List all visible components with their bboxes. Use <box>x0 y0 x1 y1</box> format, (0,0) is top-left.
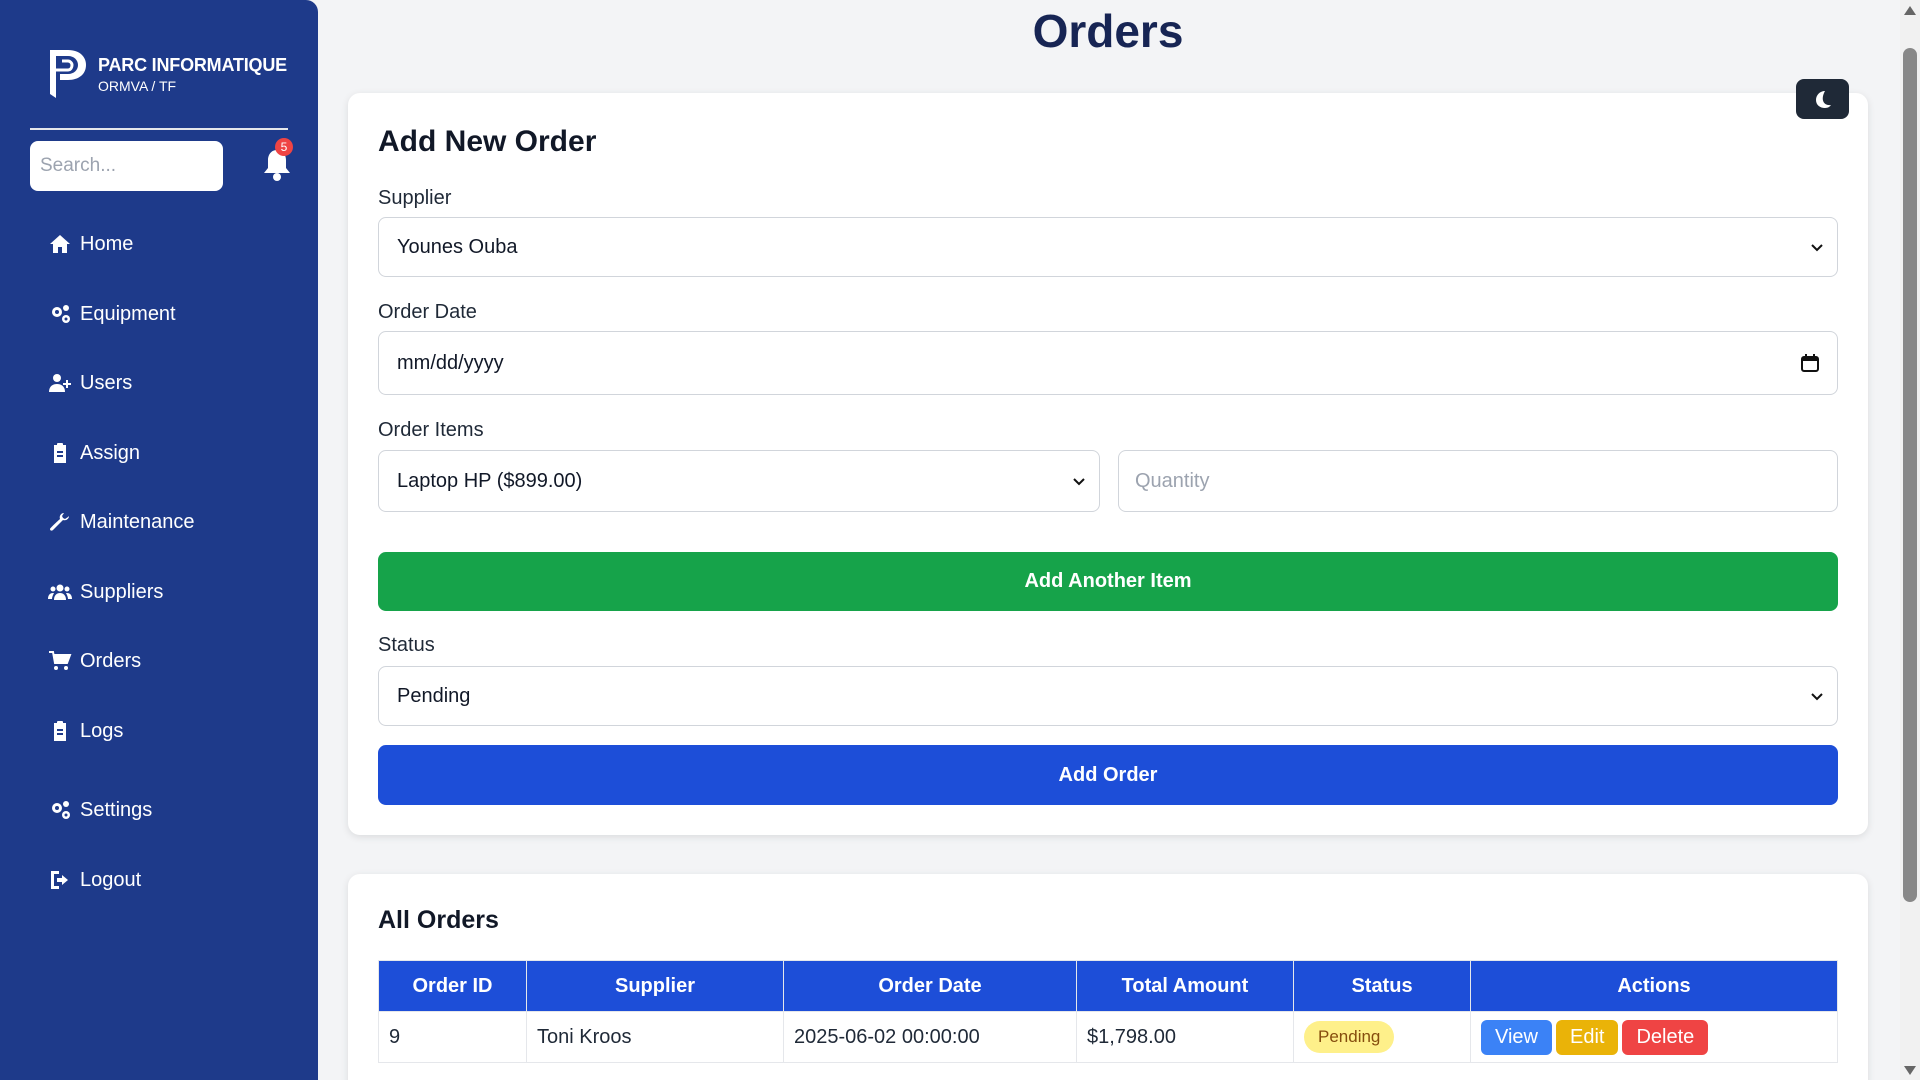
wrench-icon <box>50 513 69 531</box>
status-value: Pending <box>397 684 471 707</box>
sidebar-item-equipment[interactable]: Equipment <box>48 302 176 326</box>
sidebar-divider <box>30 128 288 130</box>
supplier-select[interactable]: Younes Ouba <box>378 217 1838 277</box>
home-icon <box>50 235 70 253</box>
clipboard-icon <box>54 443 66 463</box>
sidebar: PARC INFORMATIQUE ORMVA / TF 5 Home Equi… <box>0 0 318 1080</box>
brand-subtitle: ORMVA / TF <box>98 77 177 94</box>
orders-table: Order ID Supplier Order Date Total Amoun… <box>378 960 1838 1063</box>
column-header: Status <box>1293 960 1471 1012</box>
orders-title: All Orders <box>378 906 499 934</box>
add-order-button[interactable]: Add Order <box>378 745 1838 805</box>
search-input[interactable] <box>30 141 223 191</box>
sidebar-item-label: Assign <box>80 441 141 464</box>
brand-logo[interactable]: PARC INFORMATIQUE ORMVA / TF <box>46 46 287 102</box>
order-id-cell: 9 <box>378 1011 527 1063</box>
sidebar-item-logs[interactable]: Logs <box>48 719 123 743</box>
form-title: Add New Order <box>378 125 597 158</box>
add-another-item-label: Add Another Item <box>1024 570 1192 592</box>
sidebar-item-label: Suppliers <box>80 580 164 603</box>
order-date-label: Order Date <box>378 301 477 323</box>
sidebar-item-label: Home <box>80 232 134 255</box>
table-row: 9 Toni Kroos 2025-06-02 00:00:00 $1,798.… <box>378 1011 1838 1063</box>
sidebar-item-label: Equipment <box>80 302 176 325</box>
sidebar-item-label: Orders <box>80 649 142 672</box>
parc-logo-icon <box>50 50 86 98</box>
user-plus-icon <box>49 374 71 392</box>
cart-icon <box>49 651 72 670</box>
order-items-label: Order Items <box>378 419 484 441</box>
column-header: Supplier <box>526 960 784 1012</box>
page-title: Orders <box>1032 5 1184 57</box>
delete-button[interactable]: Delete <box>1622 1019 1709 1055</box>
sidebar-item-maintenance[interactable]: Maintenance <box>48 510 195 534</box>
column-header: Total Amount <box>1076 960 1294 1012</box>
sidebar-item-users[interactable]: Users <box>48 371 132 395</box>
sidebar-item-assign[interactable]: Assign <box>48 441 140 465</box>
sidebar-item-label: Logout <box>80 868 142 891</box>
moon-icon <box>1815 91 1831 108</box>
chevron-down-icon <box>1073 478 1085 486</box>
add-order-label: Add Order <box>1058 763 1158 786</box>
scrollbar-thumb[interactable] <box>1903 48 1917 902</box>
order-date-cell: 2025-06-02 00:00:00 <box>783 1011 1077 1063</box>
gears-icon <box>52 801 70 819</box>
add-order-card: Add New Order Supplier Younes Ouba Order… <box>348 93 1868 835</box>
sidebar-item-suppliers[interactable]: Suppliers <box>48 580 163 604</box>
order-date-value: mm/dd/yyyy <box>397 351 504 374</box>
column-header: Order ID <box>378 960 527 1012</box>
actions-cell: View Edit Delete <box>1470 1011 1838 1063</box>
sidebar-item-home[interactable]: Home <box>48 232 133 256</box>
view-button[interactable]: View <box>1481 1019 1552 1055</box>
supplier-value: Younes Ouba <box>397 235 518 258</box>
calendar-icon[interactable] <box>1801 354 1819 372</box>
order-date-input[interactable]: mm/dd/yyyy <box>378 331 1838 395</box>
quantity-placeholder: Quantity <box>1135 469 1210 492</box>
table-header-row: Order ID Supplier Order Date Total Amoun… <box>378 960 1838 1012</box>
quantity-input[interactable]: Quantity <box>1118 450 1838 512</box>
all-orders-card: All Orders Order ID Supplier Order Date … <box>348 874 1868 1080</box>
sidebar-item-label: Settings <box>80 798 153 821</box>
clipboard-icon <box>54 721 66 741</box>
brand-title: PARC INFORMATIQUE <box>98 54 287 75</box>
sidebar-item-orders[interactable]: Orders <box>48 649 141 673</box>
sidebar-item-label: Logs <box>80 719 124 742</box>
supplier-label: Supplier <box>378 187 452 209</box>
status-label: Status <box>378 634 435 656</box>
notification-badge: 5 <box>275 138 293 156</box>
sidebar-item-settings[interactable]: Settings <box>48 798 152 822</box>
status-select[interactable]: Pending <box>378 666 1838 726</box>
chevron-down-icon <box>1811 693 1823 701</box>
gears-icon <box>52 305 70 323</box>
order-item-value: Laptop HP ($899.00) <box>397 469 583 492</box>
dark-mode-toggle[interactable] <box>1796 79 1849 119</box>
chevron-down-icon <box>1811 244 1823 252</box>
add-another-item-button[interactable]: Add Another Item <box>378 552 1838 611</box>
scroll-down-arrow-icon[interactable] <box>1904 1066 1916 1075</box>
sidebar-item-label: Maintenance <box>80 510 195 533</box>
edit-button[interactable]: Edit <box>1556 1019 1619 1055</box>
status-badge: Pending <box>1304 1021 1395 1053</box>
status-cell: Pending <box>1293 1011 1471 1063</box>
supplier-cell: Toni Kroos <box>526 1011 784 1063</box>
sidebar-item-logout[interactable]: Logout <box>48 868 141 892</box>
scroll-up-arrow-icon[interactable] <box>1904 6 1916 15</box>
column-header: Order Date <box>783 960 1077 1012</box>
sidebar-item-label: Users <box>80 371 133 394</box>
column-header: Actions <box>1470 960 1838 1012</box>
users-icon <box>48 584 72 600</box>
total-amount-cell: $1,798.00 <box>1076 1011 1294 1063</box>
logout-icon <box>51 871 68 889</box>
order-item-select[interactable]: Laptop HP ($899.00) <box>378 450 1100 512</box>
